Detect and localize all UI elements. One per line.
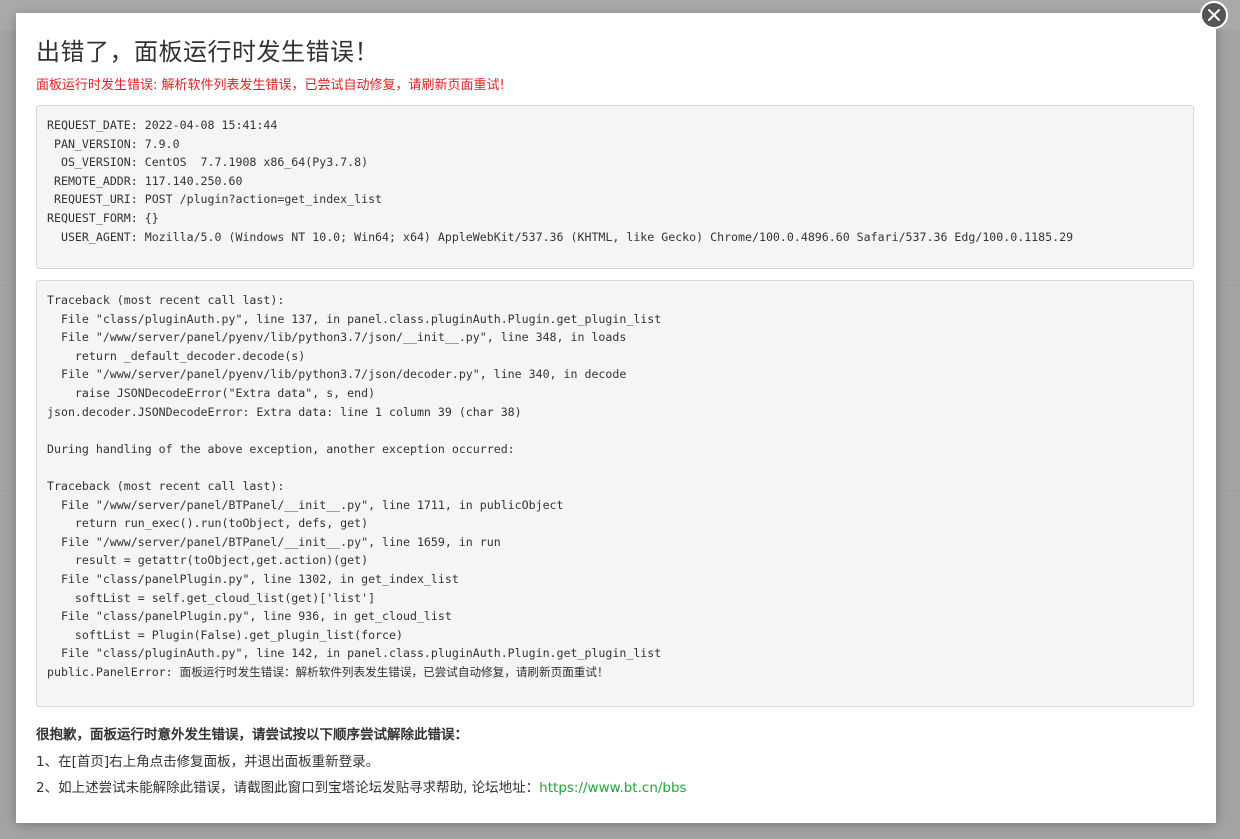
request-info-line: PAN_VERSION: 7.9.0 <box>47 136 180 151</box>
traceback-line: Traceback (most recent call last): <box>47 478 285 493</box>
traceback-line: File "/www/server/panel/BTPanel/__init__… <box>47 497 564 512</box>
close-button[interactable] <box>1200 1 1228 29</box>
traceback-line: result = getattr(toObject,get.action)(ge… <box>47 553 369 568</box>
traceback-line: raise JSONDecodeError("Extra data", s, e… <box>47 385 376 400</box>
traceback-line: softList = self.get_cloud_list(get)['lis… <box>47 590 376 605</box>
traceback-line: File "/www/server/panel/pyenv/lib/python… <box>47 330 627 345</box>
close-icon <box>1208 9 1220 21</box>
traceback-line: File "class/pluginAuth.py", line 142, in… <box>47 646 662 661</box>
traceback-line: File "class/panelPlugin.py", line 936, i… <box>47 609 452 624</box>
traceback-line: Traceback (most recent call last): <box>47 293 285 307</box>
request-info-line: OS_VERSION: CentOS 7.7.1908 x86_64(Py3.7… <box>47 155 369 170</box>
traceback-line: public.PanelError: 面板运行时发生错误：解析软件列表发生错误，… <box>47 664 609 679</box>
traceback-line <box>47 458 1183 477</box>
request-info-line: REQUEST_URI: POST /plugin?action=get_ind… <box>47 192 383 207</box>
traceback-line: json.decoder.JSONDecodeError: Extra data… <box>47 404 522 419</box>
request-info-line: REQUEST_FORM: {} <box>47 210 159 225</box>
help-step-2-text: 2、如上述尝试未能解除此错误，请截图此窗口到宝塔论坛发贴寻求帮助, 论坛地址： <box>36 780 540 796</box>
help-section: 很抱歉，面板运行时意外发生错误，请尝试按以下顺序尝试解除此错误： 1、在[首页]… <box>36 723 687 802</box>
traceback-line: File "class/pluginAuth.py", line 137, in… <box>47 311 662 326</box>
request-info-line: USER_AGENT: Mozilla/5.0 (Windows NT 10.0… <box>47 229 1074 244</box>
traceback-line: softList = Plugin(False).get_plugin_list… <box>47 627 403 642</box>
traceback-line: return _default_decoder.decode(s) <box>47 348 306 363</box>
traceback-line: During handling of the above exception, … <box>47 441 515 456</box>
help-step-2: 2、如上述尝试未能解除此错误，请截图此窗口到宝塔论坛发贴寻求帮助, 论坛地址：h… <box>36 776 687 796</box>
request-info-line: REMOTE_ADDR: 117.140.250.60 <box>47 173 243 188</box>
traceback-line: File "/www/server/panel/BTPanel/__init__… <box>47 534 501 549</box>
forum-link[interactable]: https://www.bt.cn/bbs <box>539 780 686 796</box>
error-dialog: 出错了，面板运行时发生错误！ 面板运行时发生错误: 解析软件列表发生错误，已尝试… <box>16 13 1216 823</box>
dialog-title: 出错了，面板运行时发生错误！ <box>36 38 379 66</box>
traceback-line: File "/www/server/panel/pyenv/lib/python… <box>47 367 627 382</box>
help-title: 很抱歉，面板运行时意外发生错误，请尝试按以下顺序尝试解除此错误： <box>36 727 468 743</box>
help-step-1: 1、在[首页]右上角点击修复面板，并退出面板重新登录。 <box>36 754 380 770</box>
traceback-line: return run_exec().run(toObject, defs, ge… <box>47 516 369 531</box>
request-info-box: REQUEST_DATE: 2022-04-08 15:41:44 PAN_VE… <box>36 105 1194 269</box>
traceback-line <box>47 421 1183 440</box>
traceback-box: Traceback (most recent call last): File … <box>36 280 1194 707</box>
error-summary: 面板运行时发生错误: 解析软件列表发生错误，已尝试自动修复，请刷新页面重试! <box>36 78 505 93</box>
request-info-line: REQUEST_DATE: 2022-04-08 15:41:44 <box>47 118 278 132</box>
traceback-line: File "class/panelPlugin.py", line 1302, … <box>47 571 459 586</box>
